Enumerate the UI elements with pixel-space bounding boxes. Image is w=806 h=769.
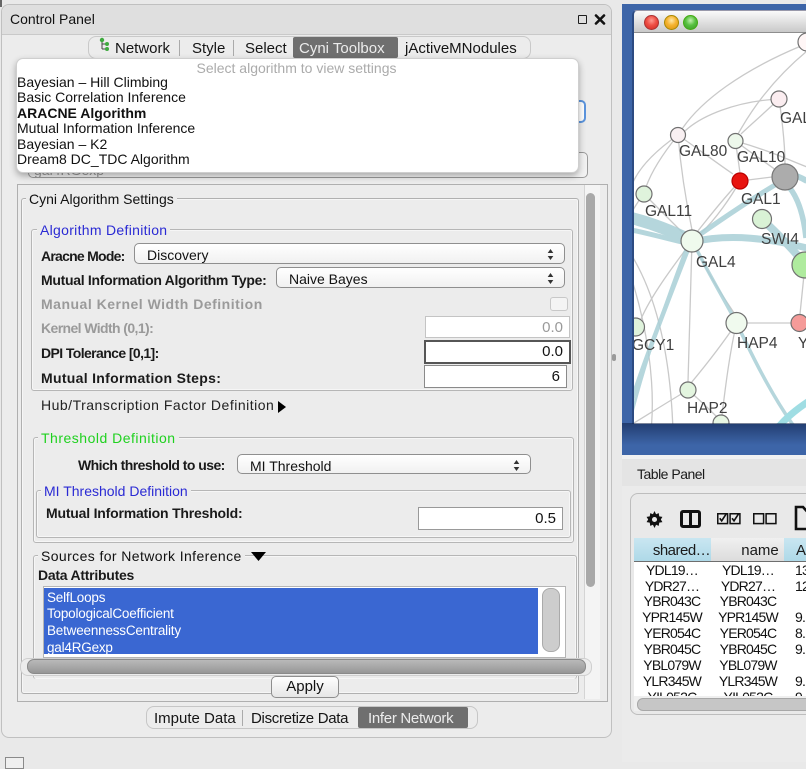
- svg-text:GAL11: GAL11: [645, 203, 692, 220]
- svg-text:GAL4: GAL4: [696, 254, 736, 271]
- svg-text:GAL10: GAL10: [737, 149, 786, 166]
- svg-text:GAL1: GAL1: [741, 191, 781, 208]
- svg-text:HAP2: HAP2: [687, 400, 728, 417]
- svg-text:HAP4: HAP4: [737, 335, 778, 352]
- svg-text:SWI4: SWI4: [761, 231, 799, 248]
- svg-text:Y: Y: [798, 335, 806, 352]
- svg-text:GAL80: GAL80: [679, 143, 728, 160]
- svg-text:GCY1: GCY1: [634, 337, 674, 354]
- svg-text:GAL: GAL: [780, 110, 806, 127]
